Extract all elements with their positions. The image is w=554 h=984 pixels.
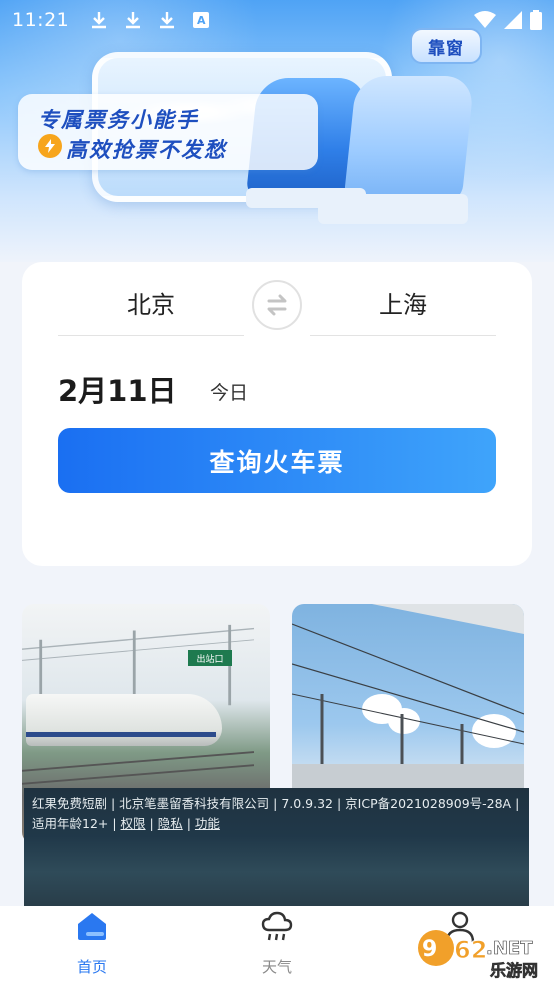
status-bar: 11:21 A (0, 0, 554, 40)
departure-date[interactable]: 2月11日 (58, 368, 177, 410)
train-stripe (26, 732, 216, 737)
wifi-icon (474, 11, 496, 28)
nav-weather-label: 天气 (261, 958, 292, 976)
notification-icons: A (89, 10, 210, 30)
svg-text:9: 9 (422, 937, 437, 962)
download-icon (160, 12, 175, 29)
permissions-link[interactable]: 权限 (121, 816, 146, 831)
site-watermark-logo: 9 62 .NET 乐游网 (418, 930, 538, 980)
a-icon: A (193, 12, 210, 28)
seat-base (318, 194, 468, 224)
date-note: 今日 (210, 382, 249, 404)
svg-text:乐游网: 乐游网 (490, 961, 538, 980)
slogan-line-1: 专属票务小能手 (38, 108, 199, 132)
to-city[interactable]: 上海 (310, 280, 496, 336)
nav-weather[interactable]: 天气 (227, 906, 327, 984)
svg-text:.NET: .NET (486, 938, 533, 959)
separator: | (145, 816, 158, 831)
from-city[interactable]: 北京 (58, 280, 244, 336)
status-time: 11:21 (12, 9, 70, 31)
seat-illustration (343, 76, 475, 202)
download-icon (92, 12, 107, 29)
home-icon (78, 913, 106, 940)
svg-text:62: 62 (454, 936, 487, 964)
nav-home-label: 首页 (76, 958, 107, 976)
lightning-icon (38, 134, 62, 158)
swap-cities-button[interactable] (252, 280, 302, 330)
signal-icon (504, 11, 522, 29)
query-train-tickets-button[interactable]: 查询火车票 (58, 428, 496, 493)
nav-home[interactable]: 首页 (42, 906, 142, 984)
battery-icon (530, 10, 542, 30)
exit-sign: 出站口 (188, 650, 232, 666)
download-icon (126, 12, 141, 29)
privacy-link[interactable]: 隐私 (158, 816, 183, 831)
separator: | (182, 816, 195, 831)
cloud-rain-icon (261, 911, 293, 941)
system-icons (474, 10, 542, 30)
swap-icon (267, 294, 287, 316)
slogan-line-2: 高效抢票不发愁 (66, 138, 227, 162)
train-image (26, 694, 222, 746)
ad-info-text: 红果免费短剧 | 北京笔墨留香科技有限公司 | 7.0.9.32 | 京ICP备… (32, 794, 526, 834)
ad-info-prefix: 红果免费短剧 | 北京笔墨留香科技有限公司 | 7.0.9.32 | 京ICP备… (32, 796, 520, 831)
features-link[interactable]: 功能 (195, 816, 220, 831)
ad-overlay[interactable]: 红果免费短剧 | 北京笔墨留香科技有限公司 | 7.0.9.32 | 京ICP备… (24, 788, 529, 908)
